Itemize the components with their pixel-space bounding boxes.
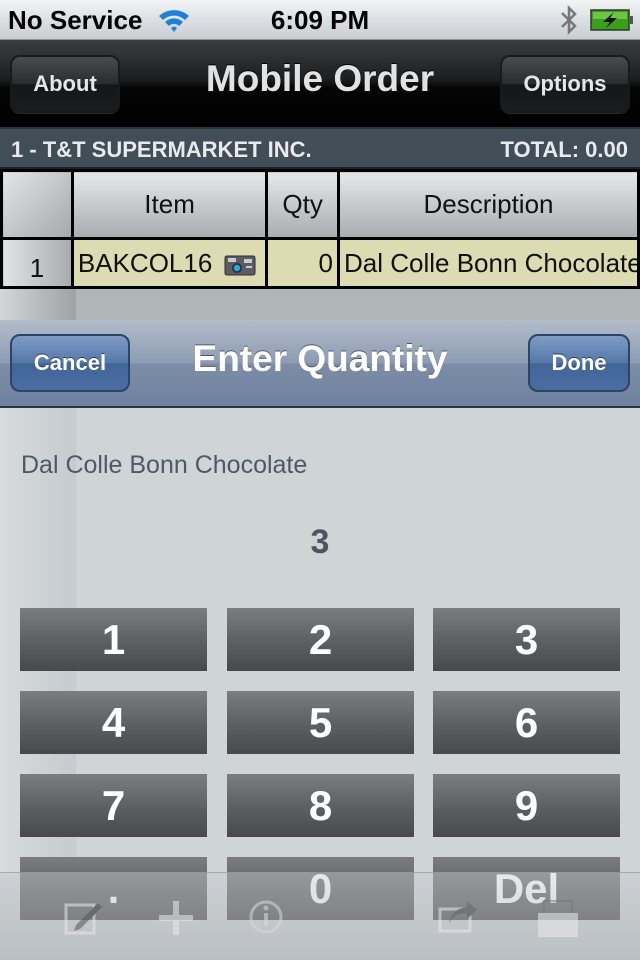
dialog-header: Cancel Enter Quantity Done xyxy=(0,320,640,408)
description-cell[interactable]: Dal Colle Bonn Chocolate xyxy=(336,237,640,289)
item-code: BAKCOL16 xyxy=(77,247,213,278)
customer-bar: 1 - T&T SUPERMARKET INC. TOTAL: 0.00 xyxy=(0,127,640,169)
item-cell[interactable]: BAKCOL16 xyxy=(70,237,269,289)
key-5[interactable]: 5 xyxy=(227,691,414,754)
navigation-bar: About Mobile Order Options xyxy=(0,40,640,127)
bluetooth-icon xyxy=(561,4,577,36)
table-row[interactable]: 1 BAKCOL16 0 Dal Colle Bonn Chocolate xyxy=(0,237,640,289)
key-4[interactable]: 4 xyxy=(20,691,207,754)
order-grid: Item Qty Description 1 BAKCOL16 0 Dal Co… xyxy=(0,169,640,320)
column-header-item[interactable]: Item xyxy=(70,169,269,240)
customer-name: 1 - T&T SUPERMARKET INC. xyxy=(11,137,312,162)
status-bar: No Service 6:09 PM xyxy=(0,0,640,40)
key-2[interactable]: 2 xyxy=(227,608,414,671)
row-number[interactable]: 1 xyxy=(0,237,74,289)
key-6[interactable]: 6 xyxy=(433,691,620,754)
table-header-row: Item Qty Description xyxy=(0,169,640,240)
column-header-qty[interactable]: Qty xyxy=(265,169,340,240)
column-header-description[interactable]: Description xyxy=(336,169,640,240)
key-3[interactable]: 3 xyxy=(433,608,620,671)
key-delete[interactable]: Del xyxy=(433,857,620,920)
enter-quantity-dialog: Cancel Enter Quantity Done Dal Colle Bon… xyxy=(0,320,640,960)
order-table: Item Qty Description 1 BAKCOL16 0 Dal Co… xyxy=(0,169,640,289)
corner-cell[interactable] xyxy=(0,169,74,240)
item-description: Dal Colle Bonn Chocolate xyxy=(21,451,308,479)
key-1[interactable]: 1 xyxy=(20,608,207,671)
key-0[interactable]: 0 xyxy=(227,857,414,920)
key-decimal[interactable]: . xyxy=(20,857,207,920)
key-7[interactable]: 7 xyxy=(20,774,207,837)
clock: 6:09 PM xyxy=(270,5,370,35)
done-button[interactable]: Done xyxy=(528,334,630,392)
camera-icon[interactable] xyxy=(224,254,256,276)
key-9[interactable]: 9 xyxy=(433,774,620,837)
options-button[interactable]: Options xyxy=(500,55,630,113)
quantity-display: 3 xyxy=(310,523,330,561)
qty-cell[interactable]: 0 xyxy=(265,237,340,289)
order-total: TOTAL: 0.00 xyxy=(500,137,628,162)
key-8[interactable]: 8 xyxy=(227,774,414,837)
battery-charging-icon xyxy=(590,9,633,31)
